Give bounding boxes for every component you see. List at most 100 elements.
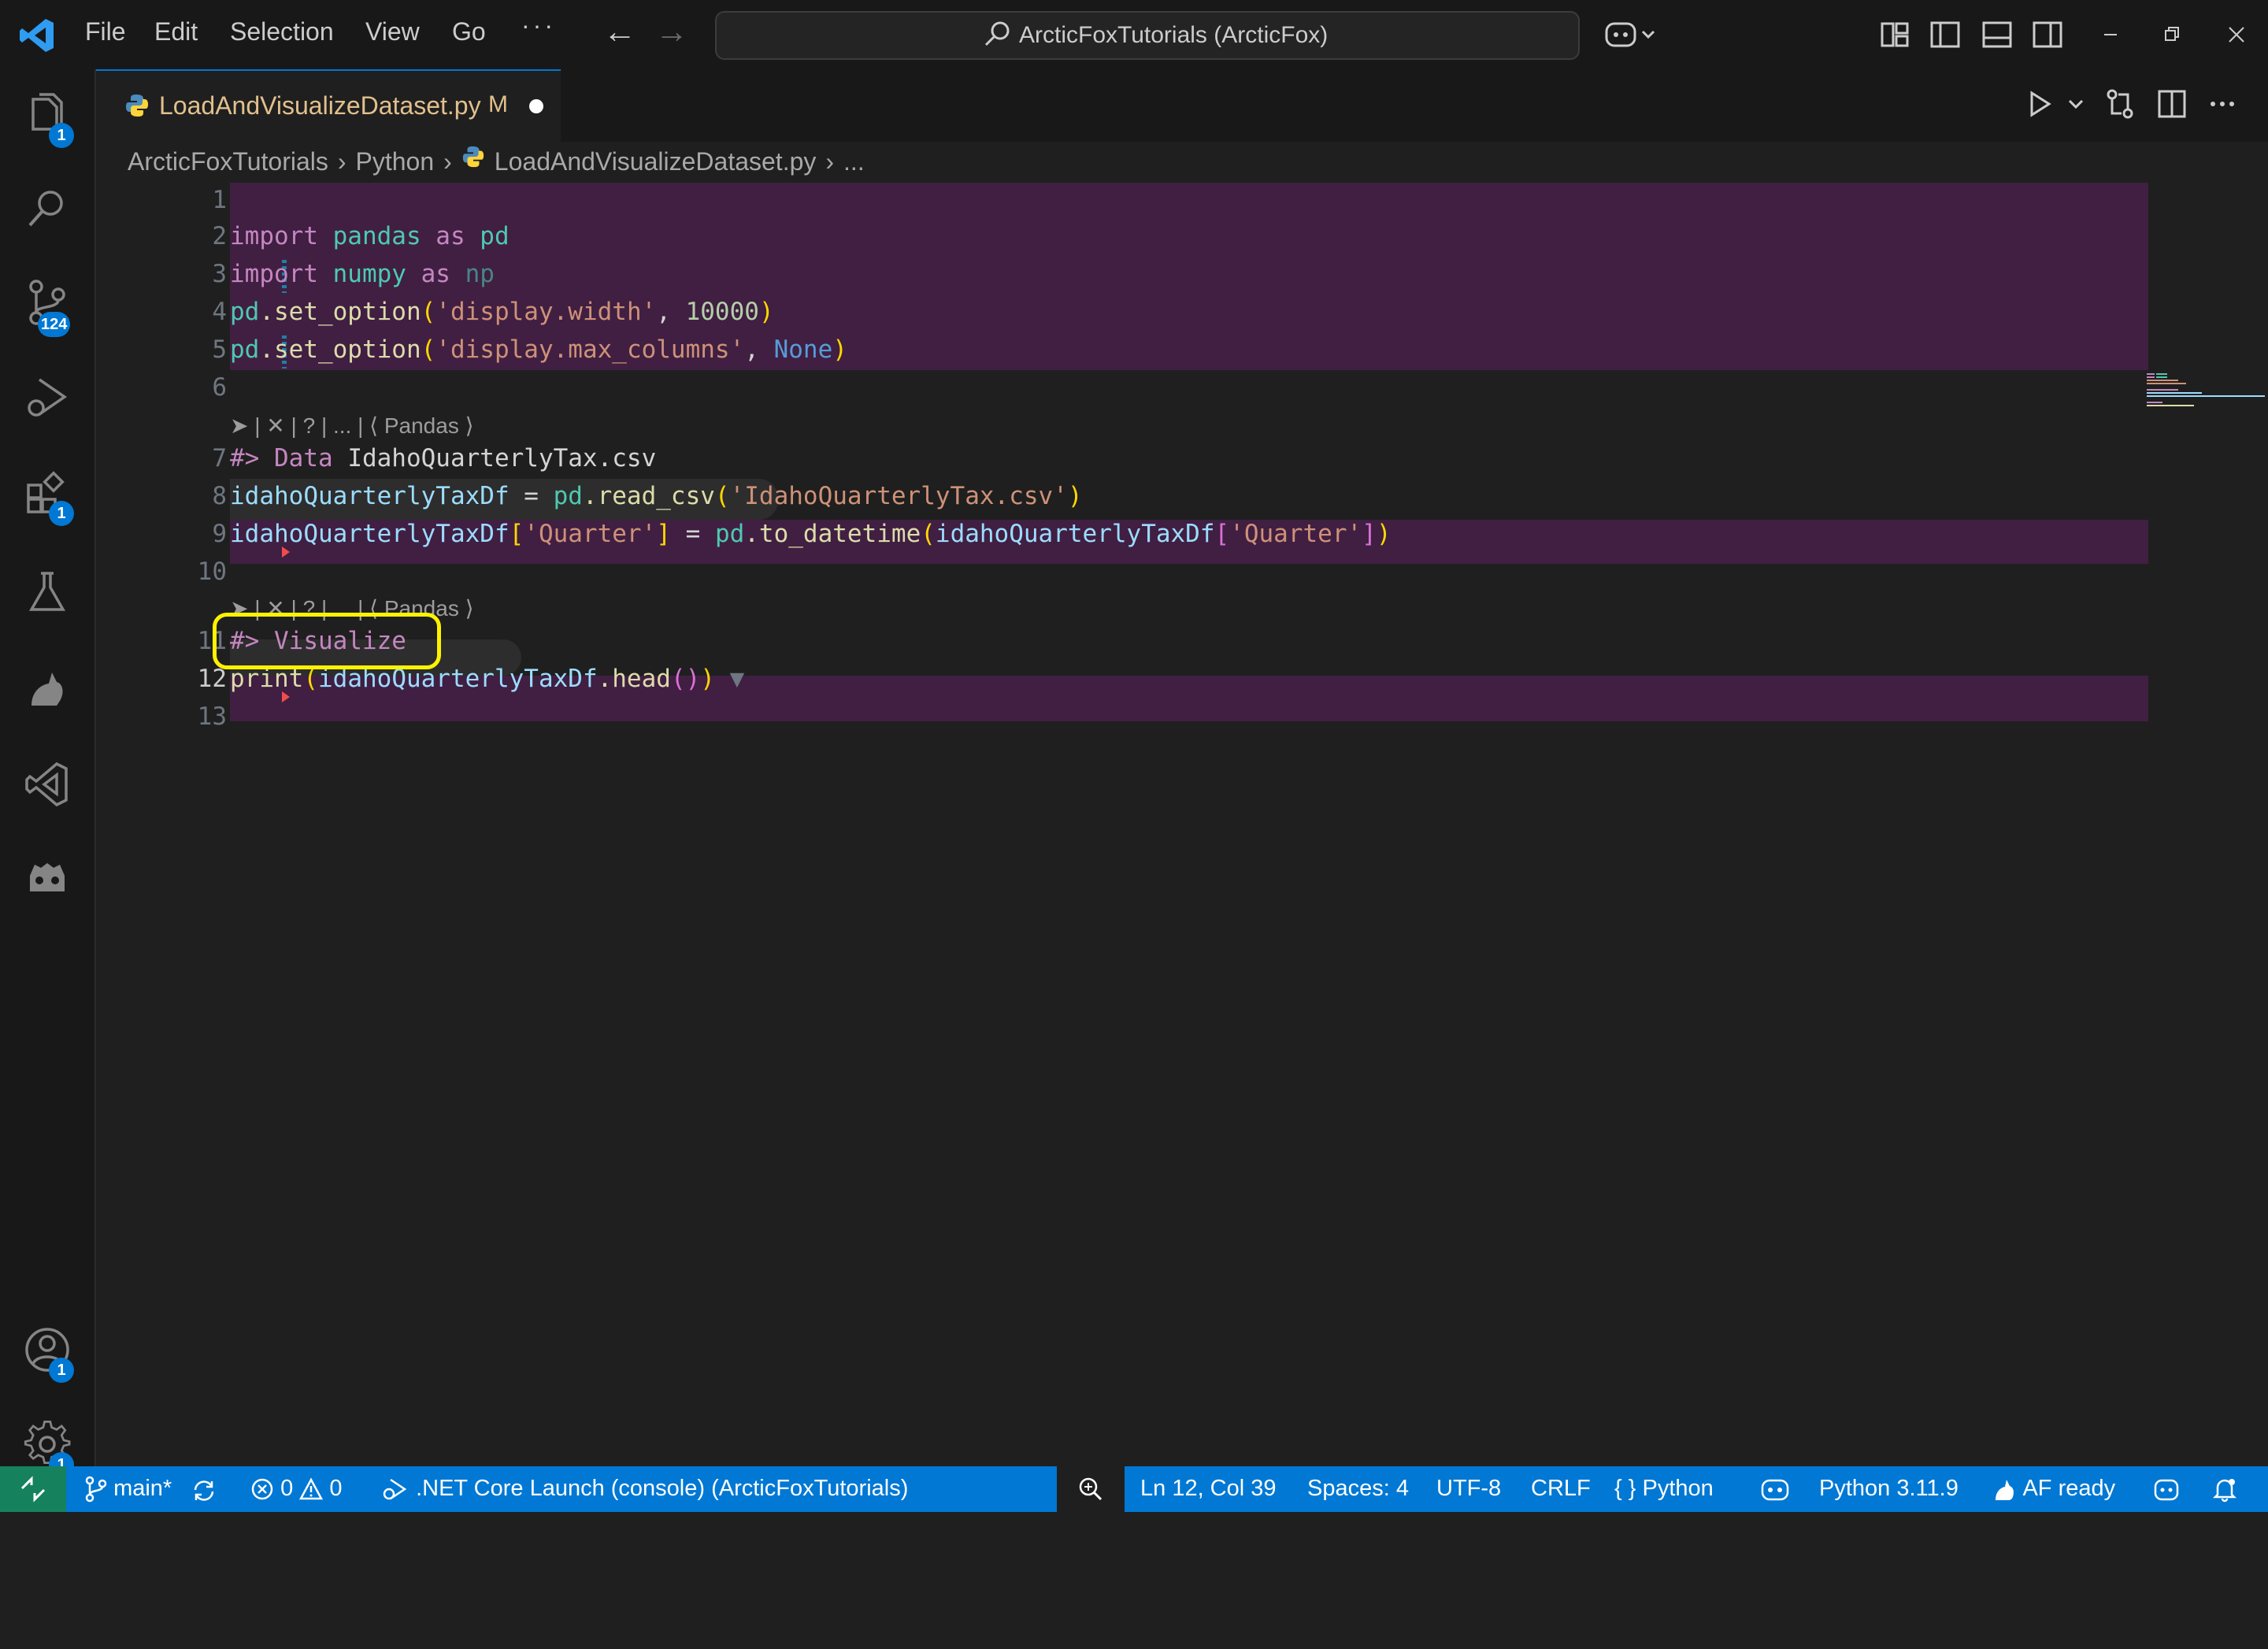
code-editor[interactable]: 1 2 3 4 5 6 7 8 9 10 11 12 13 import pan…: [96, 183, 2268, 1466]
source-control-badge: 124: [38, 312, 71, 337]
menu-edit[interactable]: Edit: [154, 17, 198, 46]
code-line-7: #> Data IdahoQuarterlyTax.csv: [230, 444, 657, 472]
customize-layout-icon[interactable]: [1877, 17, 1912, 52]
back-arrow-icon[interactable]: ←: [603, 13, 636, 50]
line-number: 2: [212, 222, 227, 250]
code-line-8: idahoQuarterlyTaxDf = pd.read_csv('Idaho…: [230, 482, 1083, 510]
visual-studio-icon[interactable]: [20, 758, 74, 811]
indentation-status[interactable]: Spaces: 4: [1307, 1476, 1409, 1502]
warning-icon: [299, 1477, 324, 1500]
chevron-right-icon: ›: [337, 147, 346, 176]
cell-codelens-actions[interactable]: ➤ | ✕ | ? | ... | ⟨ Pandas ⟩: [230, 413, 474, 439]
godot-icon[interactable]: [20, 852, 74, 906]
deleted-line-marker: [282, 691, 290, 702]
branch-status[interactable]: main*: [83, 1476, 172, 1503]
code-line-3: import numpy as np: [230, 260, 495, 288]
run-dropdown-chevron-icon[interactable]: [2060, 87, 2095, 121]
feedback-icon[interactable]: [2153, 1477, 2180, 1503]
title-bar: File Edit Selection View Go ··· ← → Arct…: [0, 0, 2268, 71]
menu-go[interactable]: Go: [452, 17, 486, 46]
arcticfox-status-icon: [1996, 1480, 2014, 1501]
close-icon[interactable]: [2219, 17, 2254, 52]
notifications-bell-icon[interactable]: [2211, 1476, 2238, 1503]
line-number: 10: [197, 558, 227, 586]
braces-icon: { }: [1614, 1476, 1636, 1501]
minimap[interactable]: [2147, 365, 2268, 428]
debug-launch-status[interactable]: .NET Core Launch (console) (ArcticFoxTut…: [381, 1476, 908, 1502]
arcticfox-icon[interactable]: [20, 661, 74, 715]
compare-changes-icon[interactable]: [2103, 87, 2137, 121]
unsaved-dot-icon[interactable]: [529, 99, 543, 113]
command-center-search[interactable]: ArcticFoxTutorials (ArcticFox): [715, 11, 1580, 60]
line-number: 7: [212, 444, 227, 472]
cursor-position-status[interactable]: Ln 12, Col 39: [1140, 1476, 1277, 1502]
vscode-logo-icon: [20, 19, 54, 52]
breadcrumb-item-symbol[interactable]: ...: [843, 147, 865, 176]
breadcrumb-item-file[interactable]: LoadAndVisualizeDataset.py: [495, 147, 817, 176]
line-number: 4: [212, 298, 227, 326]
copilot-icon[interactable]: [1603, 17, 1660, 52]
zoom-icon: [1079, 1477, 1102, 1501]
language-mode-status[interactable]: { } Python: [1614, 1476, 1714, 1502]
more-actions-icon[interactable]: [2205, 87, 2240, 121]
remote-indicator-button[interactable]: [0, 1466, 66, 1512]
line-number: 9: [212, 520, 227, 548]
status-bar: main* 0 0 .NET Core Launch (console) (Ar…: [0, 1466, 2268, 1512]
line-number: 1: [212, 186, 227, 214]
command-center-label: ArcticFoxTutorials (ArcticFox): [1019, 22, 1329, 48]
menu-more-button[interactable]: ···: [521, 11, 556, 40]
breadcrumb-item-folder[interactable]: Python: [356, 147, 435, 176]
code-line-2: import pandas as pd: [230, 222, 510, 250]
deleted-line-marker: [282, 547, 290, 558]
modified-indicator: M: [488, 91, 508, 117]
restore-icon[interactable]: [2155, 17, 2189, 52]
line-number: 13: [197, 702, 227, 731]
tab-loadandvisualizedataset[interactable]: LoadAndVisualizeDataset.py M: [96, 69, 561, 143]
highlight-annotation-ring: [213, 613, 441, 669]
code-line-4: pd.set_option('display.width', 10000): [230, 298, 774, 326]
git-branch-icon: [85, 1477, 107, 1503]
sync-icon[interactable]: [191, 1477, 217, 1504]
run-python-file-icon[interactable]: [2022, 87, 2057, 121]
debug-icon: [383, 1479, 407, 1500]
activity-bar: 1 124 1 1 1: [0, 69, 96, 1477]
line-number: 5: [212, 335, 227, 364]
tab-bar: LoadAndVisualizeDataset.py M: [96, 69, 2268, 143]
menu-selection[interactable]: Selection: [230, 17, 334, 46]
python-file-icon: [462, 146, 484, 168]
line-number: 6: [212, 373, 227, 402]
error-icon: [251, 1479, 273, 1500]
eol-status[interactable]: CRLF: [1531, 1476, 1591, 1502]
zoom-status[interactable]: [1057, 1466, 1125, 1512]
accounts-badge: 1: [49, 1358, 74, 1383]
arcticfox-status[interactable]: AF ready: [1992, 1476, 2115, 1502]
python-interpreter-status[interactable]: Python 3.11.9: [1819, 1476, 1959, 1502]
breadcrumb: ArcticFoxTutorials › Python › LoadAndVisuali…: [128, 145, 865, 181]
breadcrumb-item-workspace[interactable]: ArcticFoxTutorials: [128, 147, 328, 176]
code-line-9: idahoQuarterlyTaxDf['Quarter'] = pd.to_d…: [230, 520, 1392, 548]
minimize-icon[interactable]: [2093, 17, 2128, 52]
python-file-icon: [126, 94, 148, 117]
search-icon[interactable]: [20, 183, 74, 236]
tab-filename: LoadAndVisualizeDataset.py: [159, 91, 481, 120]
encoding-status[interactable]: UTF-8: [1436, 1476, 1501, 1502]
line-number-active: 12: [197, 665, 227, 693]
split-editor-icon[interactable]: [2155, 87, 2189, 121]
line-number: 3: [212, 260, 227, 288]
forward-arrow-icon[interactable]: →: [655, 13, 688, 50]
menu-file[interactable]: File: [85, 17, 126, 46]
explorer-badge: 1: [49, 123, 74, 148]
menu-view[interactable]: View: [365, 17, 420, 46]
chevron-right-icon: ›: [825, 147, 835, 176]
code-line-5: pd.set_option('display.max_columns', Non…: [230, 335, 847, 364]
toggle-secondary-sidebar-icon[interactable]: [2030, 17, 2065, 52]
search-icon: [984, 21, 1010, 46]
problems-status[interactable]: 0 0: [250, 1476, 342, 1502]
testing-icon[interactable]: [20, 565, 74, 619]
run-debug-icon[interactable]: [20, 372, 74, 425]
toggle-panel-icon[interactable]: [1980, 17, 2014, 52]
copilot-status-icon[interactable]: [1759, 1476, 1791, 1503]
line-number: 8: [212, 482, 227, 510]
toggle-primary-sidebar-icon[interactable]: [1928, 17, 1962, 52]
remote-icon: [20, 1476, 46, 1503]
